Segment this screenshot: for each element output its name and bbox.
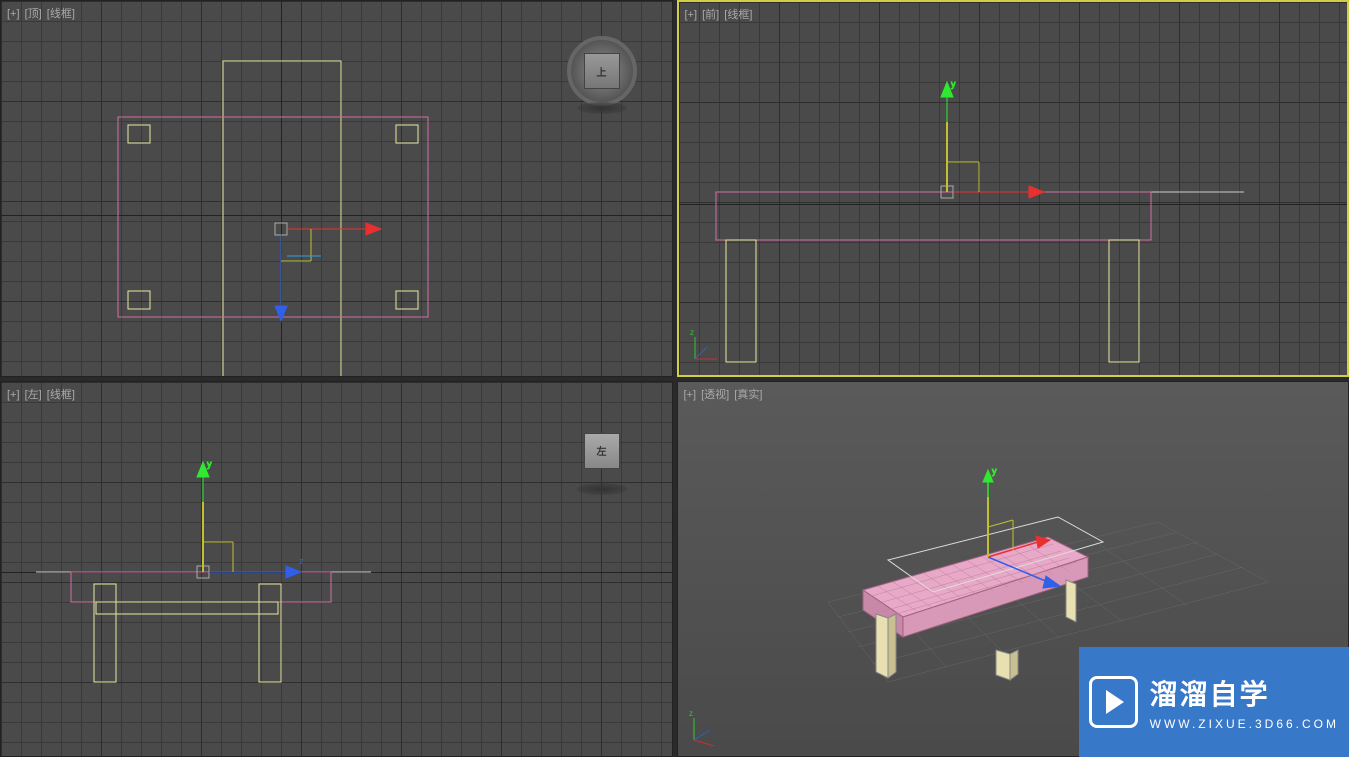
vp-menu-view[interactable]: [前] — [702, 9, 719, 21]
object-leg-right[interactable] — [1109, 240, 1139, 362]
object-base[interactable] — [223, 61, 341, 377]
svg-text:z: z — [689, 709, 693, 718]
world-axis-indicator: z — [686, 708, 726, 748]
object-leg-a[interactable] — [94, 584, 116, 682]
object-bed-top[interactable] — [71, 572, 331, 602]
object-leg-1[interactable] — [128, 125, 150, 143]
gizmo-label-z: z — [299, 556, 304, 566]
viewcube[interactable]: 上 — [567, 36, 637, 106]
watermark: 溜溜自学 WWW.ZIXUE.3D66.COM — [1079, 647, 1349, 757]
watermark-url: WWW.ZIXUE.3D66.COM — [1150, 717, 1339, 731]
viewcube-shadow — [577, 102, 627, 114]
object-leg-2[interactable] — [396, 125, 418, 143]
object-bed-top[interactable] — [716, 192, 1151, 240]
watermark-title: 溜溜自学 — [1150, 673, 1339, 713]
viewcube[interactable]: 左 — [567, 417, 637, 487]
vp-menu-plus[interactable]: [+] — [7, 389, 20, 401]
gizmo-label-y: y — [207, 459, 212, 469]
gizmo-label-y: y — [992, 466, 997, 476]
viewcube-face-top[interactable]: 上 — [584, 53, 620, 89]
viewport-label[interactable]: [+] [透视] [真实] — [684, 386, 765, 402]
viewport-top[interactable]: [+] [顶] [线框] 上 — [0, 0, 673, 377]
move-gizmo[interactable]: y z — [197, 459, 304, 578]
gizmo-label-y: y — [951, 79, 956, 89]
viewport-label[interactable]: [+] [前] [线框] — [685, 6, 755, 22]
svg-text:z: z — [690, 328, 694, 337]
vp-menu-view[interactable]: [左] — [25, 389, 42, 401]
world-axis-indicator: z — [687, 327, 727, 367]
viewport-label[interactable]: [+] [顶] [线框] — [7, 5, 77, 21]
vp-menu-mode[interactable]: [线框] — [47, 389, 75, 401]
viewport-front[interactable]: [+] [前] [线框] y — [677, 0, 1349, 377]
move-gizmo[interactable] — [275, 223, 381, 321]
object-leg-left[interactable] — [726, 240, 756, 362]
vp-menu-mode[interactable]: [线框] — [724, 9, 752, 21]
scene-front[interactable]: y — [679, 2, 1348, 375]
vp-menu-plus[interactable]: [+] — [7, 8, 20, 20]
move-gizmo[interactable]: y — [941, 79, 1044, 198]
object-leg-4[interactable] — [396, 291, 418, 309]
vp-menu-view[interactable]: [透视] — [701, 389, 729, 401]
object-base[interactable] — [96, 602, 278, 614]
viewport-label[interactable]: [+] [左] [线框] — [7, 386, 77, 402]
vp-menu-mode[interactable]: [真实] — [734, 389, 762, 401]
vp-menu-plus[interactable]: [+] — [684, 389, 697, 401]
vp-menu-mode[interactable]: [线框] — [47, 8, 75, 20]
object-leg-b[interactable] — [259, 584, 281, 682]
vp-menu-plus[interactable]: [+] — [685, 9, 698, 21]
viewcube-shadow — [577, 483, 627, 495]
viewcube-ring[interactable]: 上 — [567, 36, 637, 106]
viewport-left[interactable]: [+] [左] [线框] 左 y z — [0, 381, 673, 757]
object-bed-top[interactable] — [118, 117, 428, 317]
viewport-quad-layout: [+] [顶] [线框] 上 — [0, 0, 1349, 757]
viewcube-face-left[interactable]: 左 — [584, 433, 620, 469]
watermark-play-icon — [1089, 676, 1138, 728]
object-leg-3[interactable] — [128, 291, 150, 309]
vp-menu-view[interactable]: [顶] — [25, 8, 42, 20]
